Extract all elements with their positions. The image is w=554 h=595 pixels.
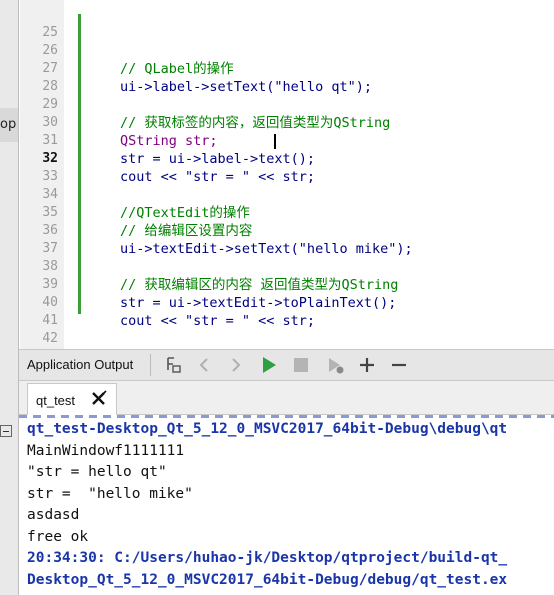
run-icon[interactable] [259, 355, 279, 375]
code-line: 26 // QLabel的操作 [20, 24, 554, 77]
code-line: 36 ui->textEdit->setText("hello mike"); [20, 204, 554, 257]
code-line: 39 str = ui->textEdit->toPlainText(); [20, 258, 554, 311]
console-line: asdasd [27, 507, 80, 523]
code-line: 42 } [20, 312, 554, 346]
code-line: 40 cout << "str = " << str; [20, 276, 554, 329]
code-line: 41 [20, 294, 554, 328]
application-output-console[interactable]: qt_test-Desktop_Qt_5_12_0_MSVC2017_64bit… [19, 415, 554, 595]
left-panel-strip: op [0, 0, 19, 595]
output-pane-title: Application Output [27, 357, 134, 372]
console-line: str = "hello mike" [27, 486, 193, 502]
toolbar-separator [150, 354, 151, 376]
code-line: 28 [20, 60, 554, 94]
console-line: MainWindowf1111111 [27, 443, 185, 459]
output-pane-header: Application Output [19, 349, 554, 381]
prev-icon[interactable] [195, 355, 215, 375]
text-cursor [274, 134, 276, 149]
code-line: 35 // 给编辑区设置内容 [20, 186, 554, 239]
truncated-line-fragment [19, 415, 554, 418]
zoom-in-icon[interactable] [357, 355, 377, 375]
close-icon[interactable] [90, 390, 108, 408]
output-tab-bar: qt_test [19, 381, 554, 415]
code-line: 33 [20, 150, 554, 184]
code-line: 34 //QTextEdit的操作 [20, 168, 554, 221]
left-panel-fragment-text: op [0, 117, 17, 132]
console-line: free ok [27, 529, 89, 545]
tab-qt-test[interactable]: qt_test [27, 383, 117, 415]
code-line: 30 QString str; [20, 96, 554, 149]
console-line: Desktop_Qt_5_12_0_MSVC2017_64bit-Debug/d… [27, 572, 508, 588]
collapse-icon[interactable] [0, 425, 12, 437]
code-line: 38 // 获取编辑区的内容 返回值类型为QString [20, 240, 554, 293]
next-icon[interactable] [225, 355, 245, 375]
code-line: 25 [20, 6, 554, 40]
tab-label: qt_test [36, 393, 76, 408]
code-editor[interactable]: 25 26 // QLabel的操作 27 ui->label->setText… [20, 0, 554, 349]
code-line: 37 [20, 222, 554, 256]
code-line: 27 ui->label->setText("hello qt"); [20, 42, 554, 95]
code-line-active: 32 cout << "str = " << str; [20, 132, 554, 185]
settings-icon[interactable] [325, 355, 345, 375]
zoom-out-icon[interactable] [389, 355, 409, 375]
console-line: qt_test-Desktop_Qt_5_12_0_MSVC2017_64bit… [27, 421, 508, 437]
console-line: "str = hello qt" [27, 464, 167, 480]
code-line: 31 str = ui->label->text(); [20, 114, 554, 167]
attach-icon[interactable] [163, 355, 183, 375]
stop-icon[interactable] [291, 355, 311, 375]
code-line: 29 // 获取标签的内容，返回值类型为QString [20, 78, 554, 131]
code-line: 43 [20, 330, 554, 348]
console-line: 20:34:30: C:/Users/huhao-jk/Desktop/qtpr… [27, 550, 508, 566]
